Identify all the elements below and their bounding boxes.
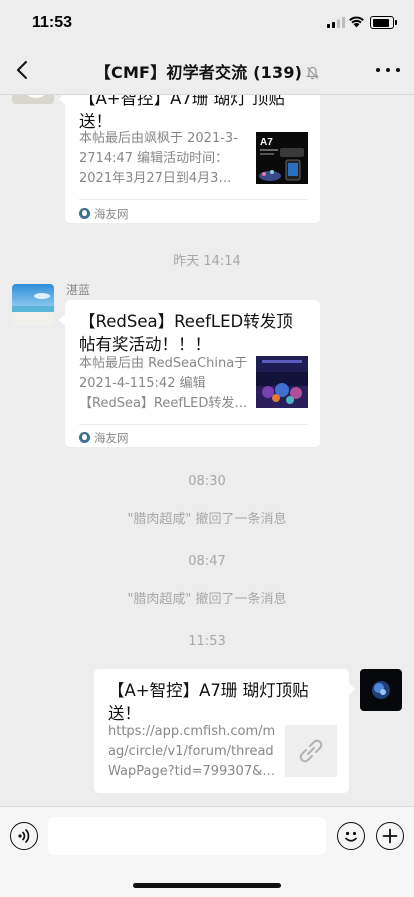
card-title: 【A+智控】A7珊 瑚灯顶贴送！: [108, 681, 309, 723]
card-description: 本帖最后由 RedSeaChina于 2021-4-115:42 编辑【RedS…: [79, 356, 248, 411]
card-source: 海友网: [79, 430, 129, 446]
link-thumbnail: [285, 725, 337, 777]
avatar[interactable]: [12, 95, 54, 104]
link-card[interactable]: 【RedSea】ReefLED转发顶帖有奖活动！！！ 本帖最后由 RedSeaC…: [59, 300, 320, 447]
card-source-label: 海友网: [94, 431, 129, 445]
more-options-button[interactable]: [372, 56, 404, 84]
chat-area[interactable]: 【A+智控】A7珊 瑚灯 顶贴送！ 本帖最后由飒枫于 2021-3-2714:4…: [0, 95, 414, 806]
status-bar: 11:53: [0, 0, 414, 46]
card-description: 本帖最后由飒枫于 2021-3-2714:47 编辑活动时间：2021年3月27…: [79, 131, 238, 186]
source-logo-icon: [79, 208, 90, 219]
card-source: 海友网: [79, 206, 129, 222]
battery-icon: [370, 16, 397, 29]
signal-icon: [327, 17, 345, 28]
sender-name: 湛蓝: [66, 283, 91, 297]
card-title: 【A+智控】A7珊 瑚灯 顶贴送！: [79, 95, 285, 131]
link-card[interactable]: 【A+智控】A7珊 瑚灯顶贴送！ https://app.cmfish.com/…: [94, 669, 355, 793]
home-indicator: [133, 883, 281, 888]
card-divider: [79, 199, 308, 200]
voice-icon: [18, 829, 30, 843]
plus-icon: [382, 828, 398, 844]
card-divider: [79, 424, 308, 425]
link-icon: [299, 739, 323, 763]
chat-title-wrap: 【CMF】初学者交流 (139): [0, 59, 414, 83]
recall-notice: "腊肉超咸" 撤回了一条消息: [127, 592, 287, 607]
nav-bar: 【CMF】初学者交流 (139): [0, 46, 414, 95]
message-input[interactable]: [48, 817, 326, 855]
own-avatar[interactable]: [360, 669, 402, 711]
recall-notice: "腊肉超咸" 撤回了一条消息: [127, 512, 287, 527]
card-source-label: 海友网: [94, 207, 129, 221]
wifi-icon: [349, 16, 364, 28]
timestamp: 08:30: [188, 474, 226, 489]
source-logo-icon: [79, 432, 90, 443]
timestamp: 08:47: [188, 554, 226, 569]
emoji-button[interactable]: [337, 822, 365, 850]
timestamp: 昨天 14:14: [173, 254, 241, 269]
card-thumbnail: [256, 356, 308, 408]
voice-button[interactable]: [10, 822, 38, 850]
timestamp: 11:53: [188, 634, 226, 649]
input-bar: [0, 806, 414, 897]
card-title: 【RedSea】ReefLED转发顶帖有奖活动！！！: [79, 312, 293, 354]
chat-title: 【CMF】初学者交流 (139): [94, 63, 303, 82]
mute-bell-icon: [306, 66, 319, 80]
emoji-icon: [345, 831, 357, 842]
status-time: 11:53: [32, 14, 73, 31]
card-description: https://app.cmfish.com/mag/circle/v1/for…: [108, 724, 276, 779]
more-functions-button[interactable]: [376, 822, 404, 850]
link-card[interactable]: 【A+智控】A7珊 瑚灯 顶贴送！ 本帖最后由飒枫于 2021-3-2714:4…: [59, 95, 320, 223]
card-thumbnail: A7: [256, 132, 308, 184]
thumbnail-label: A7: [260, 137, 273, 148]
avatar[interactable]: [12, 284, 54, 326]
